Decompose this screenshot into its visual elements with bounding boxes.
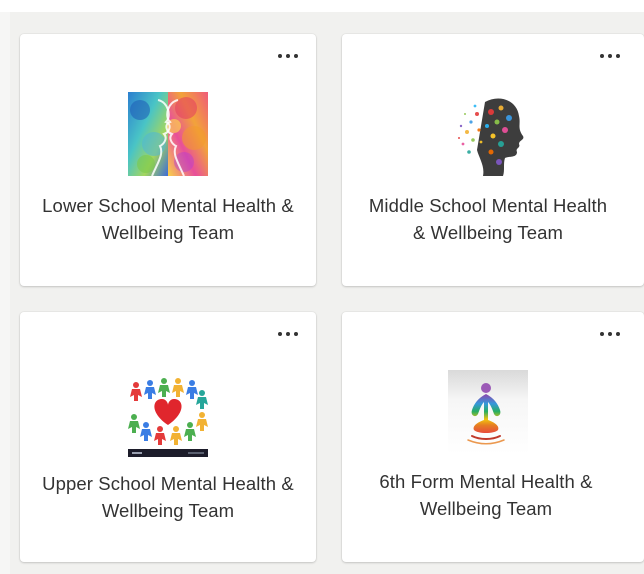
team-name: Lower School Mental Health & Wellbeing T… — [42, 195, 294, 243]
meditation-figure-icon — [448, 370, 528, 454]
people-circle-heart-icon — [128, 375, 208, 457]
left-strip — [0, 12, 10, 574]
team-card-lower-school[interactable]: Lower School Mental Health & Wellbeing T… — [20, 34, 316, 286]
team-name: Upper School Mental Health & Wellbeing T… — [42, 473, 294, 521]
more-options-icon[interactable] — [600, 50, 620, 62]
more-options-icon[interactable] — [278, 50, 298, 62]
more-options-icon[interactable] — [600, 328, 620, 340]
more-options-dot — [608, 332, 612, 336]
team-card-6th-form[interactable]: 6th Form Mental Health & Wellbeing Team — [342, 312, 644, 562]
colorful-head-profile-icon — [458, 98, 524, 176]
more-options-dot — [278, 54, 282, 58]
more-options-dot — [294, 332, 298, 336]
more-options-dot — [278, 332, 282, 336]
more-options-dot — [286, 54, 290, 58]
team-card-middle-school[interactable]: Middle School Mental Health & Wellbeing … — [342, 34, 644, 286]
more-options-dot — [600, 332, 604, 336]
team-name: Middle School Mental Health & Wellbeing … — [368, 195, 608, 243]
more-options-dot — [294, 54, 298, 58]
watercolor-faces-icon — [128, 92, 208, 176]
more-options-icon[interactable] — [278, 328, 298, 340]
teams-grid-page: Lower School Mental Health & Wellbeing T… — [0, 0, 644, 574]
more-options-dot — [286, 332, 290, 336]
more-options-dot — [616, 332, 620, 336]
more-options-dot — [600, 54, 604, 58]
more-options-dot — [616, 54, 620, 58]
team-name: 6th Form Mental Health & Wellbeing Team — [379, 471, 593, 519]
more-options-dot — [608, 54, 612, 58]
top-bar — [0, 0, 644, 12]
team-card-upper-school[interactable]: Upper School Mental Health & Wellbeing T… — [20, 312, 316, 562]
